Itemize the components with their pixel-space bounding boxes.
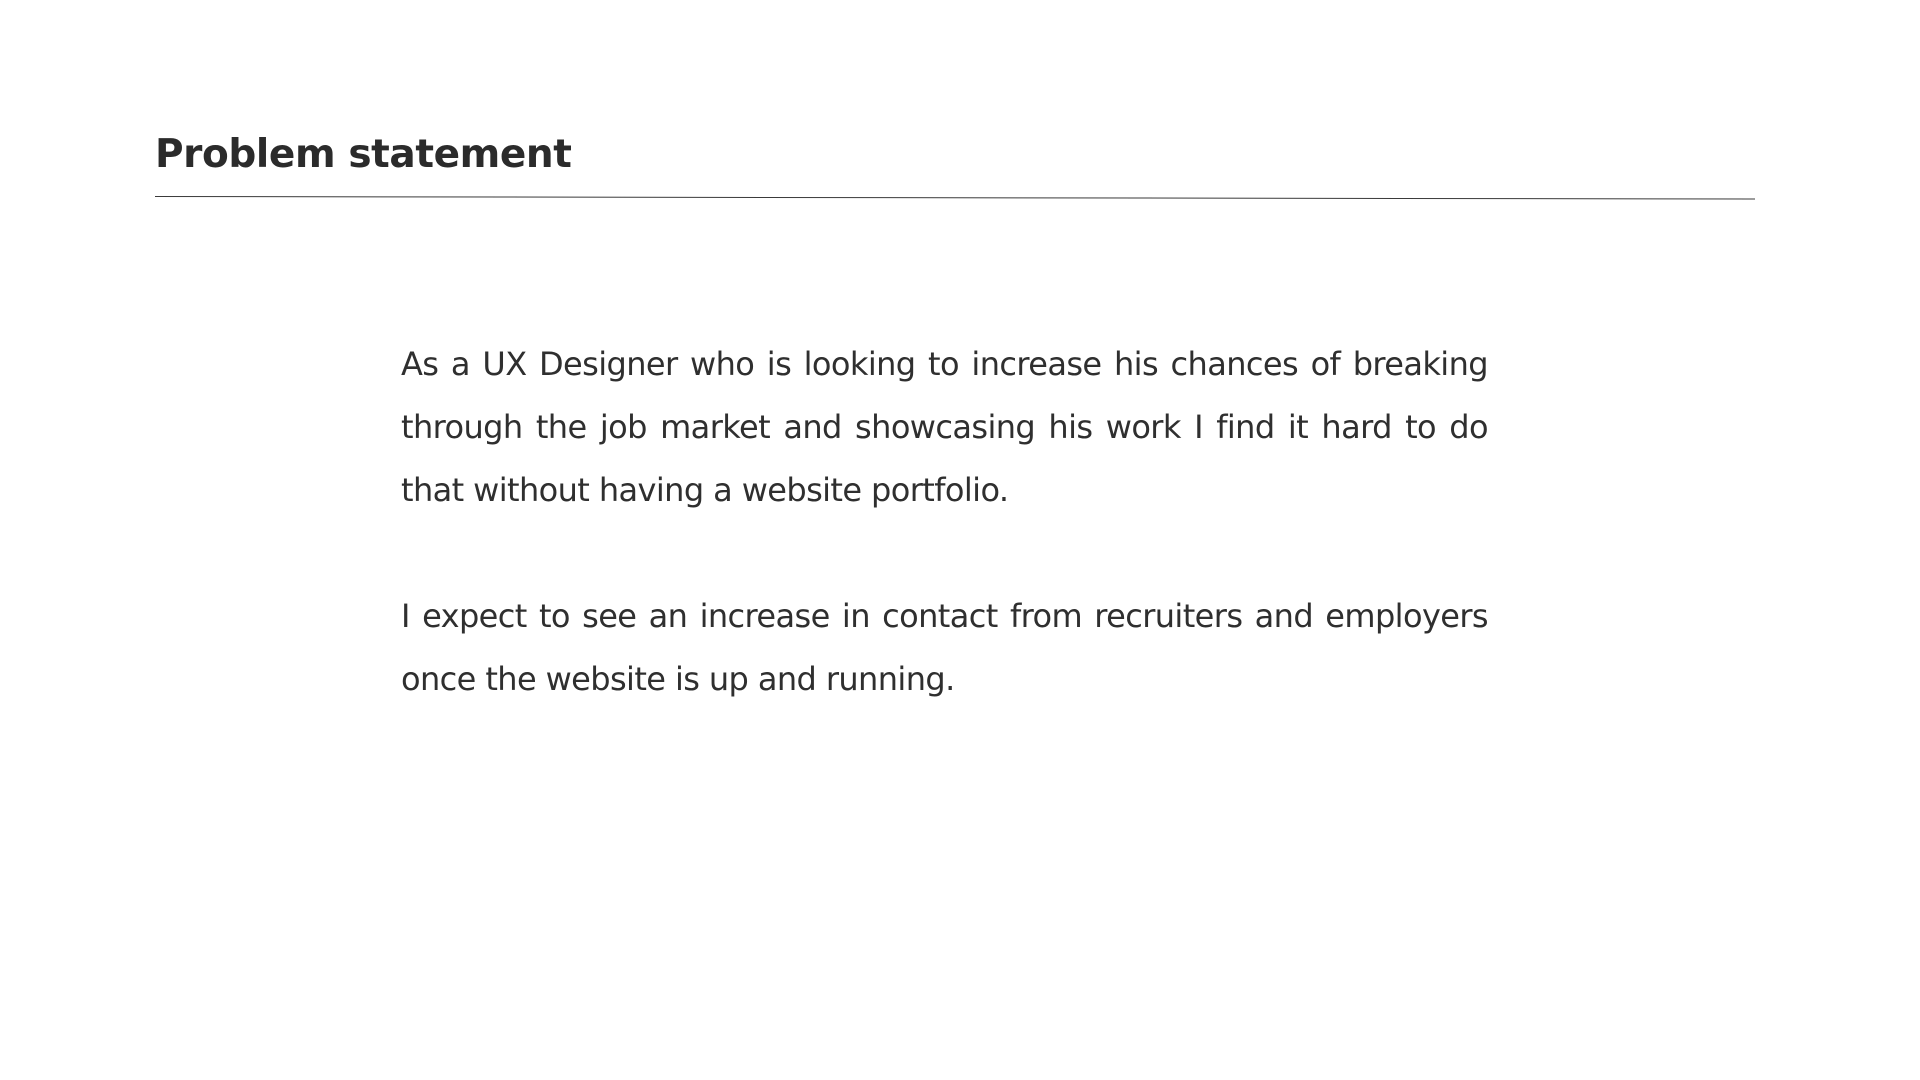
statement-paragraph-2: I expect to see an increase in contact f… [401, 597, 1489, 698]
slide: Problem statement As a UX Designer who i… [0, 0, 1920, 1080]
section-heading: Problem statement [155, 132, 572, 177]
heading-divider [154, 196, 1755, 200]
statement-body: As a UX Designer who is looking to incre… [401, 333, 1489, 711]
statement-paragraph-1: As a UX Designer who is looking to incre… [401, 345, 1489, 509]
